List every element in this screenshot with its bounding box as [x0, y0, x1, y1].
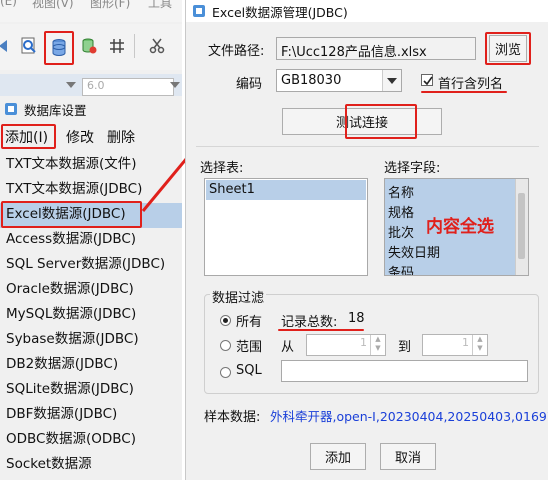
range-from-label: 从 [281, 340, 295, 355]
table-list[interactable]: Sheet1 [204, 178, 368, 276]
add-button[interactable]: 添加 [310, 443, 366, 470]
table-row[interactable]: Sheet1 [206, 180, 366, 200]
sample-value: 外科牵开器,open-I,20230404,20250403,01697 [270, 409, 548, 424]
db-settings-tabs: 添加(I) 修改 删除 [0, 124, 182, 150]
encoding-select[interactable]: GB18030 [276, 69, 402, 92]
list-item[interactable]: 条码 [388, 262, 414, 275]
left-panel: (E) 视图(V) 图形(F) 工具 6.0 数据库设置 添加(I) 修改 删除… [0, 0, 182, 480]
list-item[interactable]: 失效日期 [388, 242, 440, 261]
excel-source-dialog: Excel数据源管理(JDBC) 文件路径: F:\Ucc128产品信息.xls… [185, 0, 548, 480]
cancel-button[interactable]: 取消 [380, 443, 436, 470]
chevron-down-icon[interactable] [66, 82, 76, 88]
source-list-item[interactable]: Socket数据源 [6, 452, 92, 476]
menu-item-edit[interactable]: (E) [0, 0, 17, 8]
tab-delete[interactable]: 删除 [107, 127, 135, 147]
source-list-item[interactable]: SQLite数据源(JDBC) [6, 377, 134, 401]
source-list-item[interactable]: Sybase数据源(JDBC) [6, 327, 139, 351]
db-settings-title: 数据库设置 [4, 99, 87, 119]
select-fields-label: 选择字段: [384, 161, 441, 176]
radio-sql-label: SQL [236, 363, 262, 378]
tab-edit[interactable]: 修改 [66, 127, 94, 147]
chevron-down-icon[interactable] [170, 82, 180, 88]
first-row-underline [421, 91, 507, 93]
menu-bar: (E) 视图(V) 图形(F) 工具 [0, 0, 182, 22]
database-icon[interactable] [44, 31, 74, 65]
toolbar [0, 24, 182, 70]
chevron-down-icon[interactable] [382, 70, 401, 91]
browse-highlight [485, 32, 531, 65]
fields-annotation: 内容全选 [426, 217, 494, 237]
filter-title: 数据过滤 [210, 287, 267, 306]
font-size-combo[interactable]: 6.0 [82, 78, 174, 96]
file-path-input[interactable]: F:\Ucc128产品信息.xlsx [276, 37, 476, 60]
record-count-label: 记录总数: [281, 315, 338, 330]
source-list-item[interactable]: MySQL数据源(JDBC) [6, 302, 136, 326]
dialog-titlebar: Excel数据源管理(JDBC) [186, 0, 548, 22]
list-item[interactable]: 规格 [388, 202, 414, 221]
menu-item-view[interactable]: 视图(V) [32, 0, 74, 11]
radio-all[interactable] [220, 315, 231, 326]
database-refresh-icon[interactable] [76, 32, 102, 60]
first-row-checkbox[interactable] [421, 74, 433, 86]
radio-all-label: 所有 [236, 315, 263, 330]
app-icon [5, 103, 17, 115]
radio-range[interactable] [220, 340, 231, 351]
source-list-item[interactable]: ODBC数据源(ODBC) [6, 427, 136, 451]
scrollbar-thumb[interactable] [518, 193, 525, 259]
select-table-label: 选择表: [200, 161, 244, 176]
source-list-item[interactable]: Access数据源(JDBC) [6, 227, 136, 251]
radio-range-label: 范围 [236, 340, 263, 355]
separator [196, 146, 539, 147]
tab-add[interactable]: 添加(I) [5, 127, 48, 147]
source-list-item[interactable]: DBF数据源(JDBC) [6, 402, 117, 426]
source-list-item[interactable]: TXT文本数据源(JDBC) [6, 177, 142, 201]
app-icon [193, 5, 205, 17]
source-list-item[interactable]: DB2数据源(JDBC) [6, 352, 118, 376]
source-list-item[interactable]: TXT文本数据源(文件) [6, 152, 137, 176]
sample-label: 样本数据: [204, 410, 261, 425]
list-item[interactable]: 名称 [388, 182, 414, 201]
grid-icon[interactable] [104, 32, 130, 60]
menu-item-shape[interactable]: 图形(F) [90, 0, 130, 11]
menu-item-tools[interactable]: 工具 [148, 0, 172, 11]
range-from-spinner[interactable]: 1 ▲ ▼ [306, 334, 386, 356]
source-list-item[interactable]: SQL Server数据源(JDBC) [6, 252, 165, 276]
first-row-label: 首行含列名 [438, 77, 504, 92]
source-list-item[interactable]: Excel数据源(JDBC) [6, 202, 126, 226]
test-connection-highlight [345, 104, 417, 139]
record-count-value: 18 [348, 311, 365, 326]
file-path-label: 文件路径: [208, 44, 265, 59]
scissors-icon[interactable] [144, 32, 170, 60]
scrollbar[interactable] [515, 179, 528, 275]
sql-input[interactable] [281, 360, 528, 382]
list-item[interactable]: 批次 [388, 222, 414, 241]
range-to-spinner[interactable]: 1 ▲ ▼ [422, 334, 488, 356]
font-size-row: 6.0 [0, 74, 182, 96]
zoom-icon[interactable] [16, 32, 42, 60]
radio-sql[interactable] [220, 367, 231, 378]
source-list-item[interactable]: Oracle数据源(JDBC) [6, 277, 134, 301]
dialog-title: Excel数据源管理(JDBC) [212, 4, 348, 20]
toolbar-divider [134, 34, 135, 58]
range-to-label: 到 [398, 340, 412, 355]
record-count-underline [278, 329, 364, 331]
encoding-label: 编码 [236, 77, 263, 92]
